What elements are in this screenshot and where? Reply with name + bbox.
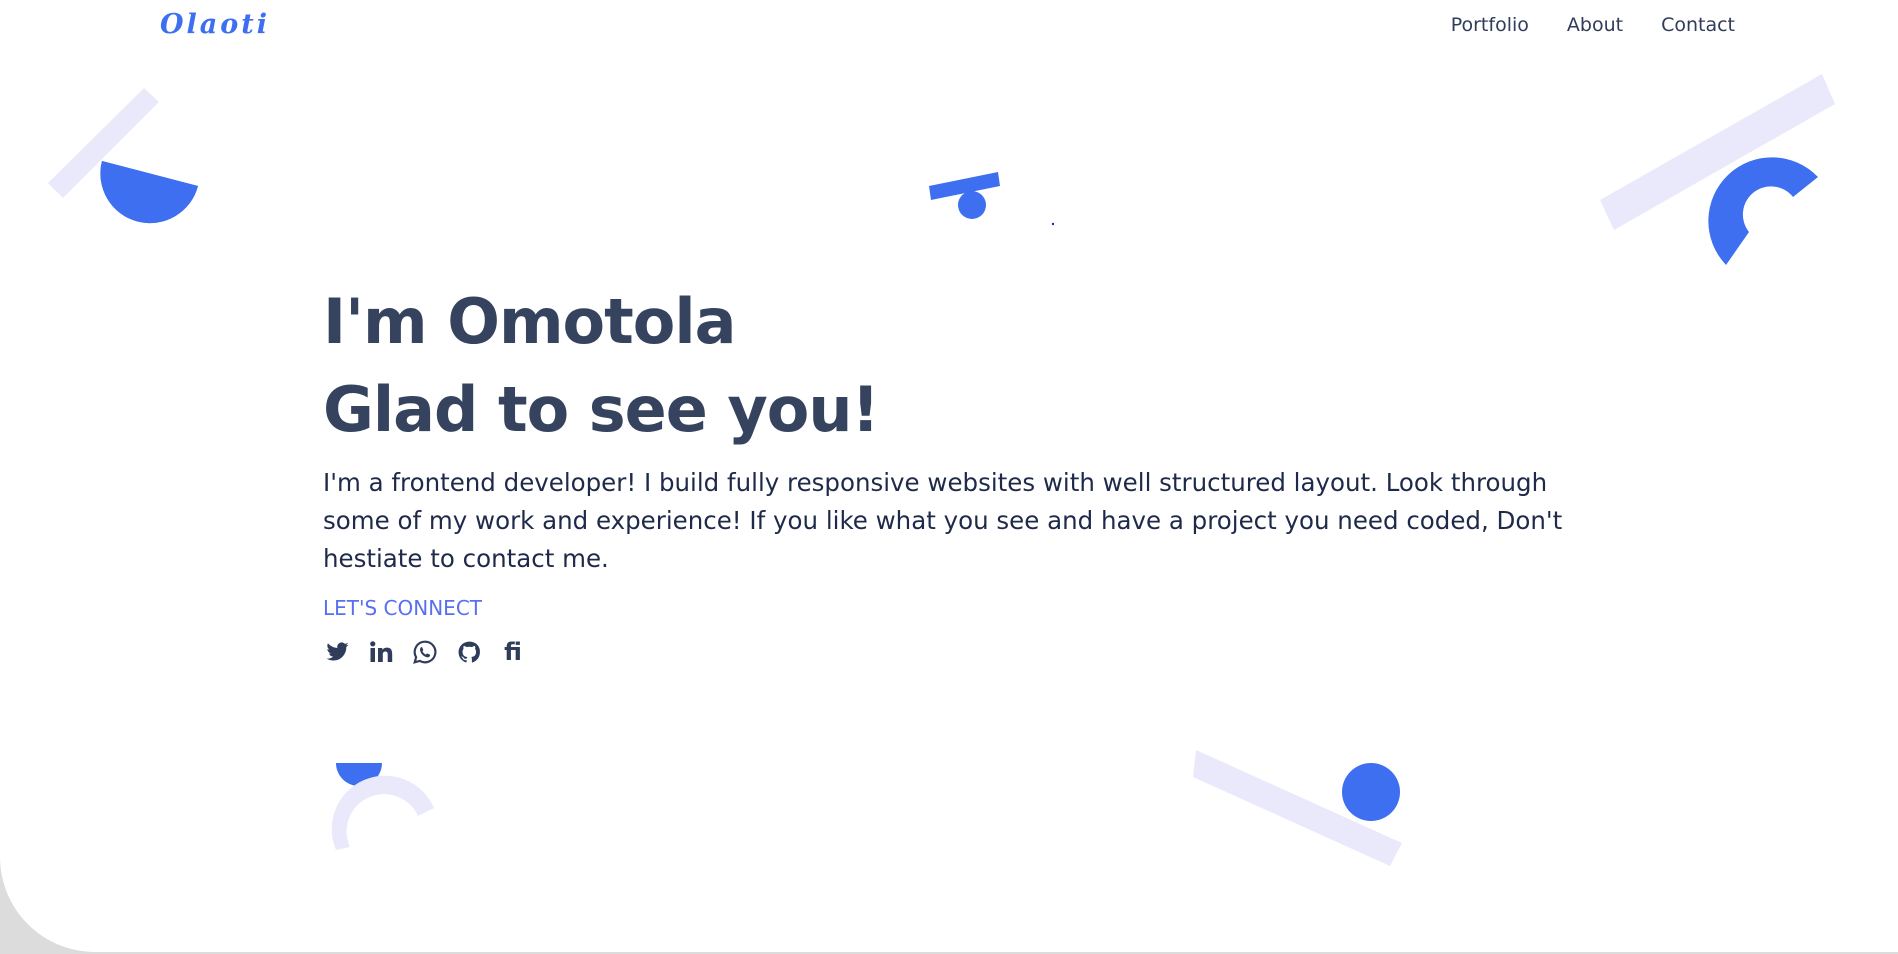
fi-icon-label: fi bbox=[504, 638, 522, 666]
hero-section: I'm Omotola Glad to see you! I'm a front… bbox=[323, 278, 1623, 666]
top-nav: Olaoti Portfolio About Contact bbox=[0, 0, 1898, 52]
site-logo[interactable]: Olaoti bbox=[160, 8, 270, 42]
decor-dot-top-center bbox=[958, 191, 986, 219]
hero-title-line1: I'm Omotola bbox=[323, 285, 736, 358]
decor-arc-top-right bbox=[1708, 157, 1818, 265]
twitter-icon[interactable] bbox=[323, 638, 351, 666]
decor-arc-bottom-left bbox=[331, 775, 434, 850]
lets-connect-link[interactable]: LET'S CONNECT bbox=[323, 596, 482, 620]
nav-link-about[interactable]: About bbox=[1567, 13, 1623, 37]
decor-dot-bottom-right bbox=[1342, 763, 1400, 821]
page: Olaoti Portfolio About Contact I'm Omoto… bbox=[0, 0, 1898, 952]
nav-links: Portfolio About Contact bbox=[1451, 13, 1735, 37]
social-links: fi bbox=[323, 638, 1623, 666]
hero-intro: I'm a frontend developer! I build fully … bbox=[323, 468, 1563, 573]
decor-half-disc-top-left-fill bbox=[100, 161, 198, 224]
github-icon[interactable] bbox=[455, 638, 483, 666]
hero-title-line2: Glad to see you! bbox=[323, 373, 880, 446]
nav-link-portfolio[interactable]: Portfolio bbox=[1451, 13, 1529, 37]
fi-icon[interactable]: fi bbox=[499, 638, 527, 666]
linkedin-icon[interactable] bbox=[367, 638, 395, 666]
decor-speck bbox=[1051, 222, 1055, 226]
whatsapp-icon[interactable] bbox=[411, 638, 439, 666]
nav-link-contact[interactable]: Contact bbox=[1661, 13, 1735, 37]
